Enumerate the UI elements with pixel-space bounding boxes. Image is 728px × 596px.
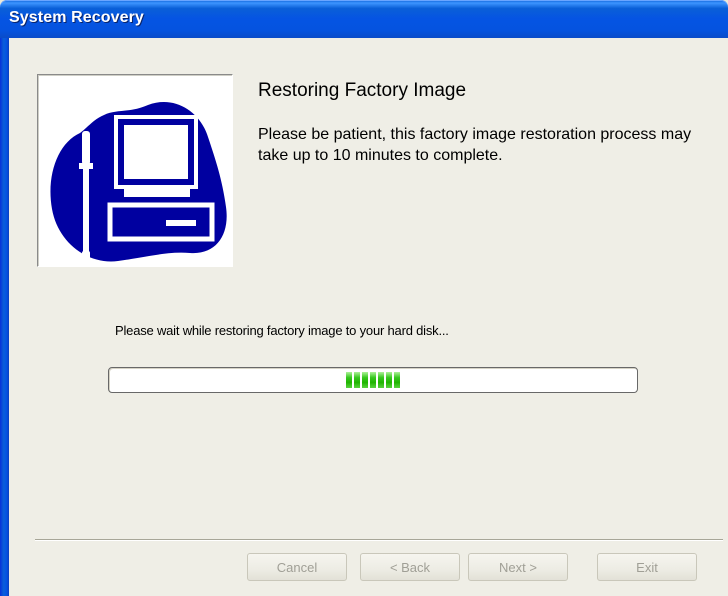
progress-block	[378, 372, 384, 388]
page-title: Restoring Factory Image	[258, 80, 467, 101]
window-frame-left	[0, 38, 9, 596]
status-text: Please wait while restoring factory imag…	[115, 323, 449, 338]
progress-block	[370, 372, 376, 388]
progress-block	[362, 372, 368, 388]
next-button[interactable]: Next >	[468, 553, 568, 581]
computer-with-screwdriver-icon	[50, 101, 227, 262]
back-button[interactable]: < Back	[360, 553, 460, 581]
progress-block	[386, 372, 392, 388]
progress-bar	[108, 367, 638, 393]
page-description: Please be patient, this factory image re…	[258, 126, 692, 164]
wizard-client-area: Restoring Factory Image Please be patien…	[9, 38, 728, 596]
title-bar[interactable]: System Recovery	[0, 0, 728, 38]
progress-block	[394, 372, 400, 388]
exit-button[interactable]: Exit	[597, 553, 697, 581]
progress-block	[354, 372, 360, 388]
cancel-button[interactable]: Cancel	[247, 553, 347, 581]
button-separator	[35, 539, 723, 541]
recovery-logo-panel	[37, 74, 233, 267]
progress-block	[346, 372, 352, 388]
system-recovery-window: System Recovery Restoring Factory Image …	[0, 0, 728, 596]
progress-indicator	[346, 372, 400, 388]
window-title: System Recovery	[9, 9, 144, 26]
